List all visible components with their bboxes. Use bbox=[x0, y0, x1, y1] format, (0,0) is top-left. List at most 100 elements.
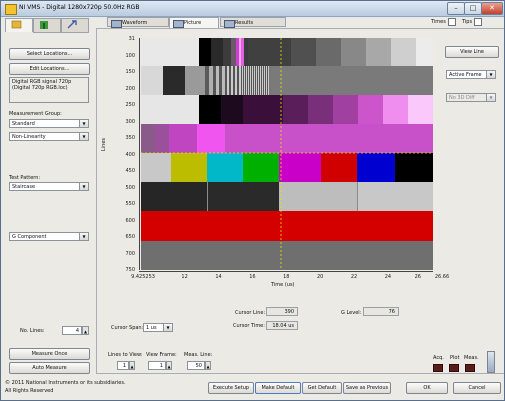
cursor-line-value: 390 bbox=[266, 307, 298, 316]
no-lines-stepper[interactable]: ▲ bbox=[82, 326, 89, 335]
copyright-line-2: All Rights Reserved bbox=[5, 388, 54, 394]
y-tick-label: 600 bbox=[125, 217, 135, 224]
cursor-span-select[interactable]: 1 us ▼ bbox=[143, 323, 173, 332]
meas-line-stepper[interactable]: ▲ bbox=[205, 361, 211, 370]
picture-image bbox=[141, 38, 433, 270]
component-select[interactable]: G Component ▼ bbox=[9, 232, 89, 241]
y-tick-label: 300 bbox=[125, 118, 135, 125]
make-default-button[interactable]: Make Default bbox=[255, 382, 301, 394]
view-frame-stepper[interactable]: ▲ bbox=[166, 361, 172, 370]
active-frame-value: Active Frame bbox=[449, 72, 482, 78]
maximize-button[interactable]: □ bbox=[464, 2, 482, 15]
y-tick-label: 500 bbox=[125, 184, 135, 191]
tab-waveform[interactable]: Waveform bbox=[107, 17, 169, 28]
multiburst-row bbox=[141, 66, 433, 95]
x-tick-label: 9.425253 bbox=[131, 274, 155, 280]
ok-button[interactable]: OK bbox=[406, 382, 448, 394]
y-axis-line bbox=[139, 38, 140, 270]
acq-label: Acq. bbox=[433, 355, 444, 361]
auto-measure-button[interactable]: Auto Measure bbox=[9, 362, 90, 374]
times-checkbox[interactable] bbox=[448, 18, 456, 26]
y-tick-label: 100 bbox=[125, 52, 135, 59]
measurement-group-select[interactable]: Standard ▼ bbox=[9, 119, 89, 128]
save-as-previous-button[interactable]: Save as Previous bbox=[343, 382, 391, 394]
x-tick-label: 26.66 bbox=[434, 274, 450, 280]
x-tick-label: 14 bbox=[215, 274, 222, 280]
minimize-button[interactable]: – bbox=[447, 2, 465, 15]
tab-setup[interactable] bbox=[5, 18, 33, 32]
progress-indicator bbox=[487, 351, 495, 373]
close-button[interactable]: ✕ bbox=[481, 2, 503, 15]
x-tick-label: 18 bbox=[283, 274, 290, 280]
tips-label: Tips bbox=[462, 19, 473, 25]
x-tick-label: 24 bbox=[384, 274, 392, 280]
measurement-group-label: Measurement Group: bbox=[9, 111, 62, 117]
red-row bbox=[141, 211, 433, 241]
y-tick-label: 31 bbox=[128, 36, 135, 42]
tab-picture[interactable]: Picture bbox=[169, 17, 219, 28]
view-frame-label: View Frame: bbox=[146, 352, 177, 358]
app-icon bbox=[5, 4, 17, 15]
signal-description: Digital RGB signal 720p (Digital 720p RG… bbox=[9, 77, 89, 103]
tab-signal[interactable] bbox=[33, 18, 61, 33]
meas-indicator bbox=[465, 364, 475, 372]
view-frame-input[interactable]: 1 bbox=[148, 361, 166, 370]
cursor-span-value: 1 us bbox=[146, 325, 157, 331]
execute-setup-button[interactable]: Execute Setup bbox=[208, 382, 254, 394]
acq-indicator bbox=[433, 364, 443, 372]
wrench-icon bbox=[67, 20, 77, 29]
measure-once-button[interactable]: Measure Once bbox=[9, 348, 90, 360]
cursor-time-label: Cursor Time: bbox=[233, 323, 265, 329]
y-tick-label: 750 bbox=[125, 267, 135, 273]
cancel-button[interactable]: Cancel bbox=[453, 382, 501, 394]
y-tick-label: 550 bbox=[125, 201, 135, 207]
lines-to-view-label: Lines to View: bbox=[108, 352, 143, 358]
app-window: NI VMS - Digital 1280x720p 50.0Hz RGB – … bbox=[0, 0, 505, 401]
measurement-group-value: Standard bbox=[12, 121, 35, 127]
chevron-down-icon: ▼ bbox=[486, 71, 495, 78]
x-tick-label: 16 bbox=[249, 274, 256, 280]
lines-to-view-input[interactable]: 1 bbox=[117, 361, 129, 370]
signal-icon bbox=[40, 21, 48, 29]
measurement-select[interactable]: Non-Linearity ▼ bbox=[9, 132, 89, 141]
test-pattern-select[interactable]: Staircase ▼ bbox=[9, 182, 89, 191]
contrast-row bbox=[141, 182, 433, 211]
tab-measure[interactable] bbox=[61, 18, 89, 33]
title-bar: NI VMS - Digital 1280x720p 50.0Hz RGB – … bbox=[1, 1, 504, 17]
tab-waveform-label: Waveform bbox=[122, 20, 148, 26]
copyright-line-1: © 2011 National Instruments or its subsi… bbox=[5, 380, 126, 386]
test-pattern-label: Test Pattern: bbox=[9, 175, 41, 181]
active-frame-select[interactable]: Active Frame ▼ bbox=[446, 70, 496, 79]
plot-indicator bbox=[449, 364, 459, 372]
y-tick-label: 450 bbox=[125, 168, 135, 174]
tab-results-label: Results bbox=[235, 20, 254, 26]
results-icon bbox=[224, 20, 235, 28]
tab-results[interactable]: Results bbox=[220, 17, 286, 28]
picture-icon bbox=[173, 20, 184, 28]
tips-checkbox[interactable] bbox=[474, 18, 482, 26]
view-line-button[interactable]: View Line bbox=[445, 46, 499, 58]
chevron-down-icon: ▼ bbox=[79, 233, 88, 240]
x-tick-label: 20 bbox=[316, 274, 324, 280]
window-title: NI VMS - Digital 1280x720p 50.0Hz RGB bbox=[19, 4, 140, 11]
magenta-ramp-row bbox=[141, 124, 433, 153]
no-lines-input[interactable]: 4 bbox=[62, 326, 82, 335]
lines-to-view-stepper[interactable]: ▲ bbox=[129, 361, 135, 370]
get-default-button[interactable]: Get Default bbox=[302, 382, 342, 394]
chevron-down-icon: ▼ bbox=[79, 183, 88, 190]
y-tick-label: 200 bbox=[125, 85, 135, 92]
component-value: G Component bbox=[12, 234, 47, 240]
select-locations-button[interactable]: Select Locations... bbox=[9, 48, 90, 60]
y-tick-label: 250 bbox=[125, 102, 135, 108]
cursor-time-value: 18.04 us bbox=[266, 321, 298, 330]
grayscale-row bbox=[141, 38, 433, 66]
chevron-down-icon: ▼ bbox=[486, 94, 495, 101]
picture-plot[interactable] bbox=[141, 38, 433, 270]
no-3d-diff-select[interactable]: No 3D Diff ▼ bbox=[446, 93, 496, 102]
waveform-icon bbox=[111, 20, 122, 28]
edit-locations-button[interactable]: Edit Locations... bbox=[9, 63, 90, 75]
x-axis-label: Time (us) bbox=[271, 282, 295, 288]
g-level-value: 76 bbox=[363, 307, 399, 316]
chevron-down-icon: ▼ bbox=[79, 133, 88, 140]
meas-line-input[interactable]: 50 bbox=[187, 361, 205, 370]
